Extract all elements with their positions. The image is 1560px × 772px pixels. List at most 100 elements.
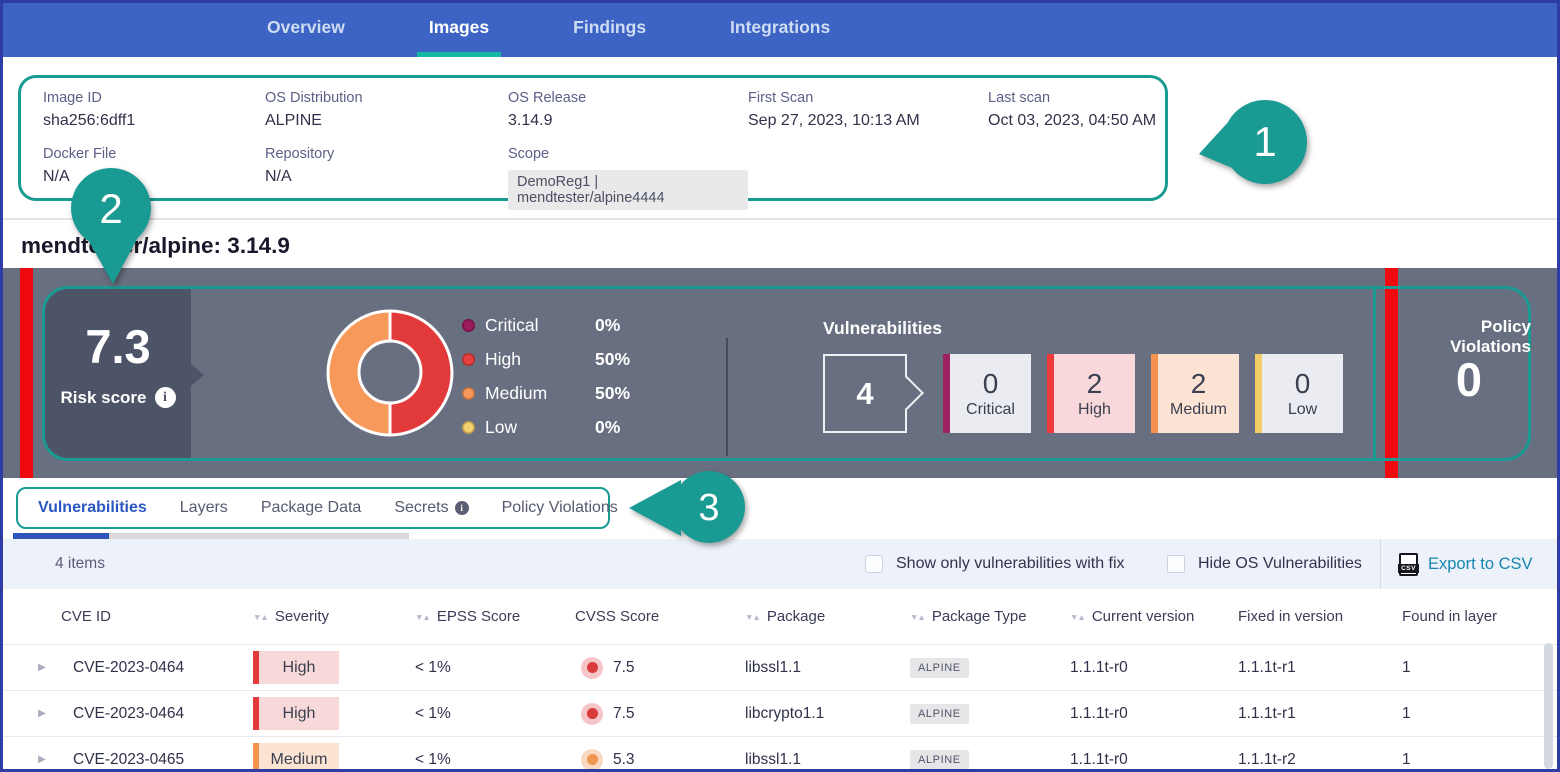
callout-1: 1 xyxy=(1193,96,1315,192)
header-cvss-score: CVSS Score xyxy=(567,608,737,625)
tab-layers[interactable]: Layers xyxy=(180,499,228,517)
cell-epss: < 1% xyxy=(407,659,567,677)
severity-card-stripe xyxy=(1047,354,1054,433)
header-package-type[interactable]: ▼▲Package Type xyxy=(902,608,1062,625)
legend-dot-medium xyxy=(462,387,475,400)
cell-found-in-layer: 1 xyxy=(1394,659,1557,677)
checkbox[interactable] xyxy=(865,555,883,573)
vulnerabilities-total: 4 xyxy=(856,376,873,412)
toolbar-divider xyxy=(1380,539,1381,589)
sort-icon[interactable]: ▼▲ xyxy=(1070,612,1085,622)
table-row[interactable]: ▶ CVE-2023-0464 High < 1% 7.5 libcrypto1… xyxy=(3,690,1557,736)
nav-tab-overview[interactable]: Overview xyxy=(255,3,357,57)
cell-cve-id: CVE-2023-0464 xyxy=(59,705,245,723)
risk-score-label: Risk score xyxy=(61,388,147,408)
cell-severity: Medium xyxy=(245,743,407,772)
header-cve-id: CVE ID xyxy=(59,608,245,625)
vulnerabilities-table: CVE ID ▼▲Severity ▼▲EPSS Score CVSS Scor… xyxy=(3,589,1557,772)
export-to-csv-button[interactable]: CSV Export to CSV xyxy=(1399,553,1533,576)
cell-current-version: 1.1.1t-r0 xyxy=(1062,659,1230,677)
cell-package-type: ALPINE xyxy=(902,750,1062,770)
scrollbar[interactable] xyxy=(1544,643,1553,769)
expand-row-icon[interactable]: ▶ xyxy=(38,754,46,765)
package-type-badge: ALPINE xyxy=(910,704,969,724)
field-image-id: Image ID sha256:6dff1 xyxy=(43,90,265,146)
legend-dot-high xyxy=(462,353,475,366)
legend-dot-critical xyxy=(462,319,475,332)
table-row[interactable]: ▶ CVE-2023-0464 High < 1% 7.5 libssl1.1 … xyxy=(3,644,1557,690)
checkbox[interactable] xyxy=(1167,555,1185,573)
cell-severity: High xyxy=(245,697,407,730)
items-count: 4 items xyxy=(55,555,105,573)
donut-slice-medium xyxy=(328,311,390,435)
cell-epss: < 1% xyxy=(407,705,567,723)
field-os-distribution: OS Distribution ALPINE xyxy=(265,90,508,146)
filter-show-only-with-fix[interactable]: Show only vulnerabilities with fix xyxy=(865,555,1125,573)
info-icon[interactable]: i xyxy=(455,501,469,515)
top-nav: Overview Images Findings Integrations xyxy=(3,3,1557,57)
cell-cve-id: CVE-2023-0464 xyxy=(59,659,245,677)
info-icon[interactable]: i xyxy=(155,387,176,408)
severity-legend: Critical 0% High 50% Medium 50% Low 0% xyxy=(462,308,630,444)
mend-image-scan-screen: Overview Images Findings Integrations Im… xyxy=(0,0,1560,772)
risk-score-value: 7.3 xyxy=(85,321,150,373)
cell-package: libssl1.1 xyxy=(737,659,902,677)
header-severity[interactable]: ▼▲Severity xyxy=(245,608,407,625)
nav-tab-images[interactable]: Images xyxy=(417,3,501,57)
svg-text:3: 3 xyxy=(698,487,719,529)
table-row[interactable]: ▶ CVE-2023-0465 Medium < 1% 5.3 libssl1.… xyxy=(3,736,1557,772)
header-package[interactable]: ▼▲Package xyxy=(737,608,902,625)
cell-package-type: ALPINE xyxy=(902,658,1062,678)
cell-cvss: 7.5 xyxy=(567,657,737,679)
sort-icon[interactable]: ▼▲ xyxy=(745,612,760,622)
table-header-row: CVE ID ▼▲Severity ▼▲EPSS Score CVSS Scor… xyxy=(3,589,1557,644)
cell-cve-id: CVE-2023-0465 xyxy=(59,751,245,769)
field-repository: Repository N/A xyxy=(265,146,508,202)
scope-badge: DemoReg1 | mendtester/alpine4444 xyxy=(508,170,748,210)
risk-panel-outline-split xyxy=(1373,286,1376,461)
tab-policy-violations[interactable]: Policy Violations xyxy=(502,499,618,517)
sort-icon[interactable]: ▼▲ xyxy=(253,612,268,622)
tab-secrets[interactable]: Secrets i xyxy=(394,499,468,517)
legend-row-high: High 50% xyxy=(462,342,630,376)
field-scope: Scope DemoReg1 | mendtester/alpine4444 xyxy=(508,146,748,202)
policy-violations-count: 0 xyxy=(1405,352,1533,407)
panel-divider xyxy=(726,338,728,456)
header-current-version[interactable]: ▼▲Current version xyxy=(1062,608,1230,625)
severity-badge: High xyxy=(253,651,339,684)
severity-card-stripe xyxy=(1255,354,1262,433)
risk-score-box: 7.3 Risk score i xyxy=(45,289,191,458)
sort-icon[interactable]: ▼▲ xyxy=(910,612,925,622)
detail-tabs-outline: Vulnerabilities Layers Package Data Secr… xyxy=(16,487,610,529)
package-type-badge: ALPINE xyxy=(910,750,969,770)
cvss-severity-dot xyxy=(581,703,603,725)
severity-donut-chart xyxy=(323,306,457,440)
cvss-severity-dot xyxy=(581,749,603,771)
legend-row-critical: Critical 0% xyxy=(462,308,630,342)
tab-package-data[interactable]: Package Data xyxy=(261,499,362,517)
expand-row-icon[interactable]: ▶ xyxy=(38,708,46,719)
vulnerabilities-title: Vulnerabilities xyxy=(823,318,942,339)
legend-row-low: Low 0% xyxy=(462,410,630,444)
cell-epss: < 1% xyxy=(407,751,567,769)
image-info-panel: Image ID sha256:6dff1 OS Distribution AL… xyxy=(18,75,1168,201)
callout-3: 3 xyxy=(621,468,749,548)
policy-violations-title: Policy Violations xyxy=(1403,317,1531,357)
svg-text:2: 2 xyxy=(99,185,122,232)
package-type-badge: ALPINE xyxy=(910,658,969,678)
expand-row-icon[interactable]: ▶ xyxy=(38,662,46,673)
severity-card-stripe xyxy=(1151,354,1158,433)
severity-card-critical: 0 Critical xyxy=(943,354,1031,433)
nav-tab-findings[interactable]: Findings xyxy=(561,3,658,57)
tab-vulnerabilities[interactable]: Vulnerabilities xyxy=(38,499,147,517)
header-epss-score[interactable]: ▼▲EPSS Score xyxy=(407,608,567,625)
callout-2: 2 xyxy=(65,166,161,290)
sort-icon[interactable]: ▼▲ xyxy=(415,612,430,622)
cell-severity: High xyxy=(245,651,407,684)
field-last-scan: Last scan Oct 03, 2023, 04:50 AM xyxy=(988,90,1165,146)
severity-card-medium: 2 Medium xyxy=(1151,354,1239,433)
filter-hide-os-vulnerabilities[interactable]: Hide OS Vulnerabilities xyxy=(1167,555,1362,573)
nav-tab-integrations[interactable]: Integrations xyxy=(718,3,842,57)
header-fixed-in-version: Fixed in version xyxy=(1230,608,1394,625)
cell-current-version: 1.1.1t-r0 xyxy=(1062,751,1230,769)
